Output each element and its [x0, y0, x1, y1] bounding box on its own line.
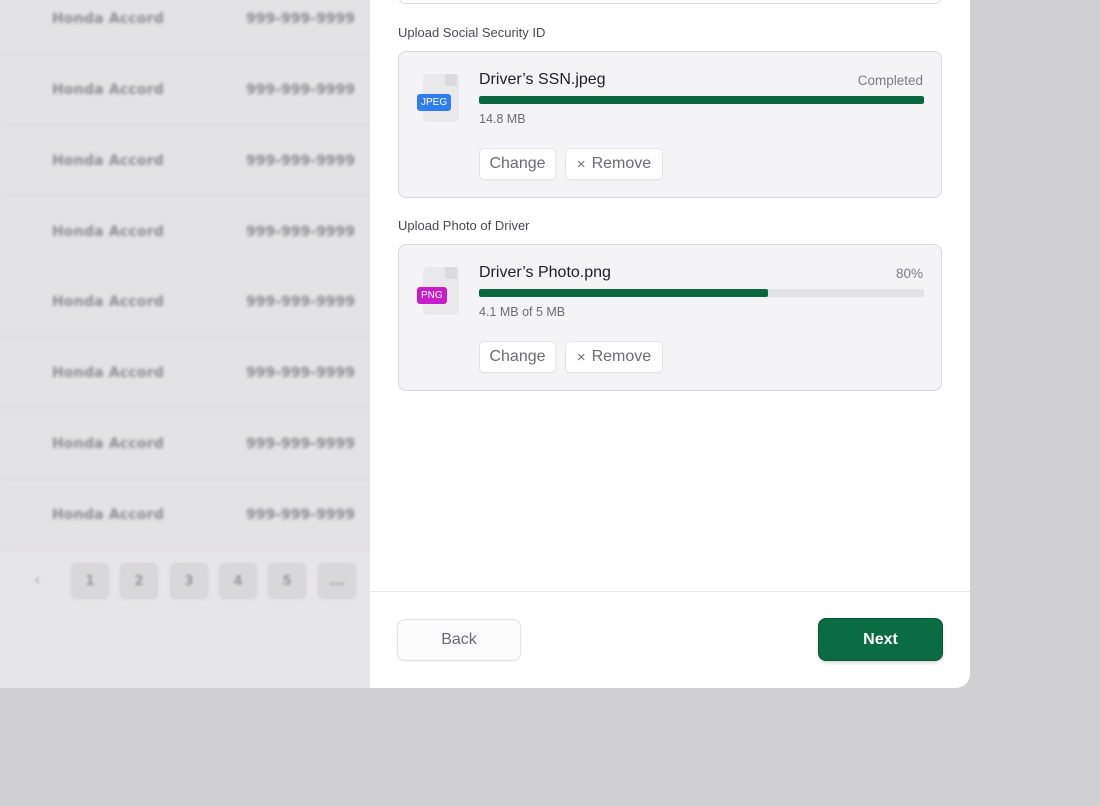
- page-button-5: 5: [268, 563, 306, 599]
- change-label: Change: [489, 348, 546, 365]
- table-row: Honda Accord 999-999-9999: [0, 266, 372, 337]
- row-phone: 999-999-9999: [246, 436, 356, 452]
- chevron-left-icon: ‹: [34, 570, 41, 589]
- remove-label: Remove: [591, 155, 652, 172]
- next-button[interactable]: Next: [818, 618, 943, 661]
- page-button-ellipsis: ...: [318, 563, 356, 599]
- upload-status: 80%: [895, 266, 923, 281]
- row-model: Honda Accord: [52, 153, 165, 169]
- row-phone: 999-999-9999: [246, 365, 356, 381]
- table-row: Honda Accord 999-999-9999: [0, 54, 372, 125]
- jpeg-file-icon: JPEG: [417, 74, 461, 124]
- close-icon: ×: [576, 155, 586, 173]
- file-size: 14.8 MB: [479, 112, 526, 126]
- close-icon: ×: [576, 348, 586, 366]
- row-phone: 999-999-9999: [246, 224, 356, 240]
- modal-card: Honda Accord 999-999-9999 Honda Accord 9…: [0, 0, 970, 688]
- footer-divider: [370, 591, 970, 592]
- row-phone: 999-999-9999: [246, 294, 356, 310]
- page-button-3: 3: [170, 563, 208, 599]
- remove-button[interactable]: × Remove: [565, 148, 663, 180]
- file-type-badge: PNG: [417, 287, 447, 304]
- previous-field: [398, 0, 942, 4]
- row-phone: 999-999-9999: [246, 507, 356, 523]
- table-row: Honda Accord 999-999-9999: [0, 408, 372, 479]
- upload-box-ssn: JPEG Driver’s SSN.jpeg Completed 14.8 MB…: [398, 51, 942, 198]
- row-model: Honda Accord: [52, 11, 165, 27]
- page-button-1: 1: [71, 563, 109, 599]
- table-row: Honda Accord 999-999-9999: [0, 337, 372, 408]
- section-label-ssn: Upload Social Security ID: [398, 25, 546, 40]
- table-row: Honda Accord 999-999-9999: [0, 0, 372, 54]
- progress-fill: [479, 96, 924, 104]
- change-label: Change: [489, 155, 546, 172]
- remove-label: Remove: [591, 348, 652, 365]
- row-model: Honda Accord: [52, 224, 165, 240]
- change-button[interactable]: Change: [479, 148, 556, 180]
- progress-bar: [479, 289, 924, 297]
- file-name: Driver’s Photo.png: [479, 264, 611, 281]
- upload-panel: Upload Social Security ID JPEG Driver’s …: [370, 0, 970, 688]
- page-button-2: 2: [120, 563, 158, 599]
- png-file-icon: PNG: [417, 267, 461, 317]
- file-size: 4.1 MB of 5 MB: [479, 305, 566, 319]
- row-phone: 999-999-9999: [246, 82, 356, 98]
- change-button[interactable]: Change: [479, 341, 556, 373]
- file-name: Driver’s SSN.jpeg: [479, 71, 606, 88]
- row-model: Honda Accord: [52, 365, 165, 381]
- file-type-badge: JPEG: [417, 94, 452, 111]
- row-phone: 999-999-9999: [246, 153, 356, 169]
- row-phone: 999-999-9999: [246, 11, 356, 27]
- upload-box-photo: PNG Driver’s Photo.png 80% 4.1 MB of 5 M…: [398, 244, 942, 391]
- row-model: Honda Accord: [52, 436, 165, 452]
- progress-fill: [479, 289, 769, 297]
- table-row: Honda Accord 999-999-9999: [0, 479, 372, 550]
- row-model: Honda Accord: [52, 507, 165, 523]
- row-model: Honda Accord: [52, 294, 165, 310]
- table-row: Honda Accord 999-999-9999: [0, 196, 372, 267]
- remove-button[interactable]: × Remove: [565, 341, 663, 373]
- table-row: Honda Accord 999-999-9999: [0, 125, 372, 196]
- page-button-4: 4: [219, 563, 257, 599]
- pagination: ‹ 1 2 3 4 5 ...: [0, 560, 372, 602]
- progress-bar: [479, 96, 924, 104]
- background-table: Honda Accord 999-999-9999 Honda Accord 9…: [0, 0, 372, 688]
- row-model: Honda Accord: [52, 82, 165, 98]
- back-button[interactable]: Back: [397, 619, 521, 661]
- section-label-photo: Upload Photo of Driver: [398, 218, 530, 233]
- upload-status: Completed: [857, 73, 923, 88]
